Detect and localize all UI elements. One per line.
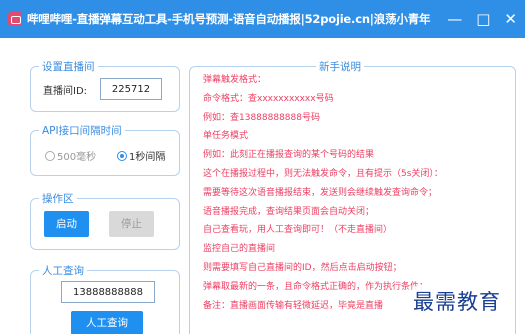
room-id-label: 直播间ID: [43,86,88,97]
help-line: 自己查看玩，用人工查询即可！（不走直播间） [203,225,393,236]
help-line: 需要等待这次语音播报结束，发送则会继续触发查询命令； [203,187,438,198]
live-room-group: 设置直播间 直播间ID: [30,59,180,112]
title-bar: 哔哩哔哩-直播弹幕互动工具-手机号预测-语音自动播报|52pojie.cn|浪荡… [0,0,525,38]
close-button[interactable]: ✕ [504,11,517,27]
manual-query-button[interactable]: 人工查询 [71,311,143,334]
help-line: 弹幕触发格式： [203,75,267,85]
operation-group-title: 操作区 [39,191,77,206]
manual-query-group-title: 人工查询 [39,263,87,278]
help-line: 则需要填写自己直播间的ID，然后点击启动按钮； [203,262,402,273]
api-interval-group-title: API接口间隔时间 [39,123,125,138]
phone-number-input[interactable] [61,281,155,303]
help-line: 单任务模式 [203,131,249,142]
stop-button[interactable]: 停止 [109,211,154,237]
help-line: 这个在播报过程中，则无法触发命令，且有提示（5s关闭）： [203,168,443,179]
window-controls: — □ ✕ [447,0,517,38]
bilibili-tv-icon [8,12,22,26]
radio-checked-icon [117,150,127,161]
operation-group: 操作区 启动 停止 [30,191,180,250]
room-id-input[interactable] [100,78,162,100]
interval-1s-label: 1秒间隔 [129,152,166,163]
interval-500ms-radio[interactable]: 500毫秒 [45,148,96,163]
watermark: 最需教育 [413,286,501,316]
help-line: 例如：查13888888888号码 [203,112,320,123]
minimize-button[interactable]: — [447,11,462,27]
api-interval-group: API接口间隔时间 500毫秒 1秒间隔 [30,123,180,176]
help-line: 语音播报完成，查询结果页面会自动关闭； [203,206,375,217]
live-room-group-title: 设置直播间 [39,59,98,74]
help-line: 例如：此刻正在播报查询的某个号码的结果 [203,150,375,161]
start-button[interactable]: 启动 [44,211,89,237]
maximize-button[interactable]: □ [476,11,490,27]
manual-query-group: 人工查询 人工查询 [30,263,180,334]
interval-1s-radio[interactable]: 1秒间隔 [117,148,165,163]
window-title: 哔哩哔哩-直播弹幕互动工具-手机号预测-语音自动播报|52pojie.cn|浪荡… [27,12,431,26]
interval-500ms-label: 500毫秒 [57,152,97,163]
help-line: 命令格式：查xxxxxxxxxxx号码 [203,93,334,104]
radio-unchecked-icon [45,150,55,161]
help-text: 弹幕触发格式： 命令格式：查xxxxxxxxxxx号码 例如：查13888888… [203,71,513,315]
help-line: 监控自己的直播间 [203,244,276,255]
